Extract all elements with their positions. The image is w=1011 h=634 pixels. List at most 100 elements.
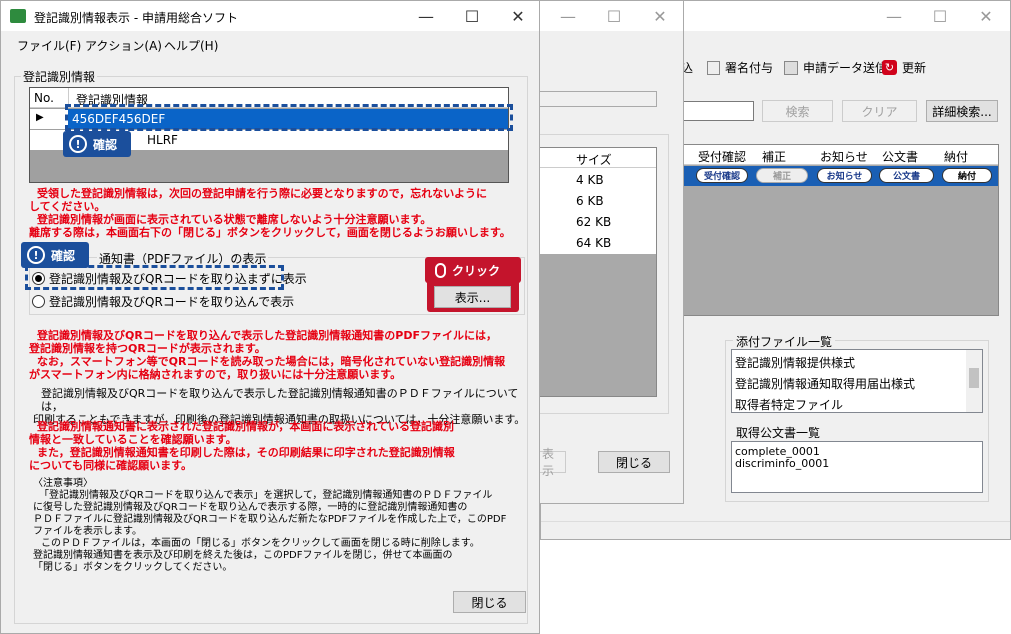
document-pill[interactable]: 公文書 bbox=[879, 168, 934, 183]
middle-path-field[interactable] bbox=[539, 91, 657, 107]
payment-pill[interactable]: 納付 bbox=[942, 168, 992, 183]
menu-file[interactable]: ファイル(F) bbox=[17, 37, 81, 54]
minimize-icon[interactable]: — bbox=[403, 1, 449, 31]
close-icon[interactable]: ✕ bbox=[637, 1, 683, 31]
scrollbar-thumb[interactable] bbox=[969, 368, 979, 388]
menu-help[interactable]: ヘルプ(H) bbox=[164, 37, 218, 54]
close-icon[interactable]: ✕ bbox=[963, 1, 1009, 31]
confirm-highlight-2 bbox=[25, 265, 284, 290]
attachment-item[interactable]: 登記識別情報提供様式 bbox=[735, 354, 855, 371]
maximize-icon[interactable]: ☐ bbox=[917, 1, 963, 31]
verify-line: 情報と一致していることを確認願います。 bbox=[29, 433, 237, 446]
qr-warning-line: がスマートフォン内に格納されますので，取り扱いには十分注意願います。 bbox=[29, 368, 402, 381]
notes-text: 〈注意事項〉 「登記識別情報及びQRコードを取り込んで表示」を選択して，登記識別… bbox=[33, 478, 533, 574]
attachment-item[interactable]: 取得者特定ファイル bbox=[735, 396, 843, 413]
confirm-callout-1: ! 確認 bbox=[63, 131, 131, 157]
file-size-list: サイズ 4 KB 6 KB 62 KB 64 KB bbox=[539, 147, 657, 397]
click-callout: クリック bbox=[425, 257, 521, 283]
window-title: 登記識別情報表示 - 申請用総合ソフト bbox=[34, 11, 238, 25]
correction-pill[interactable]: 補正 bbox=[756, 168, 808, 183]
confirm-callout-1-label: 確認 bbox=[93, 137, 118, 152]
size-cell: 64 KB bbox=[576, 236, 612, 250]
maximize-icon[interactable]: ☐ bbox=[449, 1, 495, 31]
back-statusbar bbox=[541, 521, 1010, 539]
warning-line: 離席する際は，本画面右下の「閉じる」ボタンをクリックして，画面を閉じるようお願い… bbox=[29, 226, 511, 239]
search-button[interactable]: 検索 bbox=[762, 100, 833, 122]
refresh-icon: ↻ bbox=[882, 60, 897, 75]
document-item[interactable]: discriminfo_0001 bbox=[735, 457, 829, 470]
close-icon[interactable]: ✕ bbox=[495, 1, 541, 31]
minimize-icon[interactable]: — bbox=[871, 1, 917, 31]
refresh-label: 更新 bbox=[902, 61, 927, 75]
front-window-titlebar: 登記識別情報表示 - 申請用総合ソフト — ☐ ✕ bbox=[1, 1, 539, 31]
documents-title: 取得公文書一覧 bbox=[733, 424, 824, 441]
search-input[interactable] bbox=[673, 101, 754, 121]
receipt-pill[interactable]: 受付確認 bbox=[696, 168, 748, 183]
confirm-highlight-1 bbox=[65, 104, 513, 131]
middle-close-button[interactable]: 閉じる bbox=[598, 451, 670, 473]
sign-label: 署名付与 bbox=[725, 61, 774, 75]
close-button[interactable]: 閉じる bbox=[453, 591, 526, 613]
notice-pill[interactable]: お知らせ bbox=[817, 168, 872, 183]
size-cell: 4 KB bbox=[576, 173, 604, 187]
header-receipt: 受付確認 bbox=[698, 150, 747, 164]
warning-line: 登記識別情報が画面に表示されている状態で離席しないよう十分注意願います。 bbox=[37, 213, 432, 226]
qr-warning-line: 登記識別情報及びQRコードを取り込んで表示した登記識別情報通知書のPDFファイル… bbox=[37, 329, 497, 342]
clear-button[interactable]: クリア bbox=[842, 100, 917, 122]
size-header: サイズ bbox=[540, 148, 656, 168]
send-icon bbox=[784, 60, 798, 75]
maximize-icon[interactable]: ☐ bbox=[591, 1, 637, 31]
verify-line: また，登記識別情報通知書を印刷した際は，その印刷結果に印字された登記識別情報 bbox=[37, 446, 455, 459]
header-correction: 補正 bbox=[762, 150, 787, 164]
size-cell: 62 KB bbox=[576, 215, 612, 229]
warning-line: してください。 bbox=[29, 200, 106, 213]
confirm-callout-2-label: 確認 bbox=[51, 248, 76, 263]
toolbar-refresh-button[interactable]: ↻ 更新 bbox=[882, 59, 926, 76]
row-indicator-icon: ▶ bbox=[36, 112, 44, 123]
exclamation-icon: ! bbox=[27, 246, 45, 264]
qr-warning-line: なお，スマートフォン等でQRコードを読み取った場合には，暗号化されていない登記識… bbox=[37, 355, 506, 368]
mouse-icon bbox=[435, 262, 446, 278]
table-row[interactable]: 受付確認 補正 お知らせ 公文書 納付 bbox=[682, 166, 998, 186]
qr-warning-line: 登記識別情報を持つQRコードが表示されます。 bbox=[29, 342, 266, 355]
warning-line: 受領した登記識別情報は，次回の登記申請を行う際に必要となりますので，忘れないよう… bbox=[37, 187, 488, 200]
notes-line: ＰＤＦファイルに登記識別情報及びQRコードを取り込んだ新たなPDFファイルを作成… bbox=[33, 514, 507, 525]
header-notice: お知らせ bbox=[820, 150, 868, 164]
display-button[interactable]: 表示... bbox=[434, 286, 511, 308]
radio-with-qr[interactable]: 登記識別情報及びQRコードを取り込んで表示 bbox=[32, 293, 294, 310]
minimize-icon[interactable]: — bbox=[545, 1, 591, 31]
grid-header-no: No. bbox=[34, 91, 54, 105]
header-payment: 納付 bbox=[944, 150, 969, 164]
attachments-scrollbar[interactable] bbox=[966, 350, 982, 412]
exclamation-icon: ! bbox=[69, 135, 87, 153]
verify-line: 登記識別情報通知書に表示された登記識別情報が，本画面に表示されている登記識別 bbox=[37, 420, 455, 433]
attachment-item[interactable]: 登記識別情報通知取得用届出様式 bbox=[735, 375, 915, 392]
notes-line: に復号した登記識別情報及びQRコードを取り込んで表示する際，一時的に登記識別情報… bbox=[33, 502, 468, 513]
menu-bar: ファイル(F) アクション(A) ヘルプ(H) bbox=[1, 31, 539, 55]
notes-line: 「登記識別情報及びQRコードを取り込んで表示」を選択して，登記識別情報通知書のＰ… bbox=[39, 490, 493, 501]
front-window: 登記識別情報表示 - 申請用総合ソフト — ☐ ✕ ファイル(F) アクション(… bbox=[0, 0, 540, 634]
warning-text: 受領した登記識別情報は，次回の登記申請を行う際に必要となりますので，忘れないよう… bbox=[29, 187, 529, 239]
radio2-label: 登記識別情報及びQRコードを取り込んで表示 bbox=[49, 295, 295, 309]
detail-search-button[interactable]: 詳細検索... bbox=[926, 100, 998, 122]
click-callout-label: クリック bbox=[452, 263, 501, 278]
size-column: サイズ 4 KB 6 KB 62 KB 64 KB bbox=[540, 148, 656, 254]
sign-icon bbox=[707, 60, 720, 75]
qr-warning-text: 登記識別情報及びQRコードを取り込んで表示した登記識別情報通知書のPDFファイル… bbox=[29, 329, 529, 381]
table-header: 受付確認 補正 お知らせ 公文書 納付 bbox=[682, 145, 998, 165]
menu-action[interactable]: アクション(A) bbox=[85, 37, 162, 54]
documents-list[interactable]: complete_0001 discriminfo_0001 bbox=[731, 441, 983, 493]
print-note-line: 登記識別情報及びQRコードを取り込んで表示した登記識別情報通知書のＰＤＦファイル… bbox=[41, 387, 519, 413]
app-icon bbox=[10, 9, 26, 23]
notes-line: 登記識別情報通知書を表示及び印刷を終えた後は，このPDFファイルを閉じ，併せて本… bbox=[33, 550, 453, 561]
grid-row2-value: HLRF bbox=[147, 133, 178, 147]
attachments-title: 添付ファイル一覧 bbox=[733, 333, 836, 350]
verify-line: についても同様に確認願います。 bbox=[29, 459, 193, 472]
attachments-list[interactable]: 登記識別情報提供様式 登記識別情報通知取得用届出様式 取得者特定ファイル bbox=[731, 349, 983, 413]
notes-line: 〈注意事項〉 bbox=[33, 478, 93, 489]
send-label: 申請データ送信 bbox=[803, 61, 888, 75]
middle-display-button[interactable]: 表示 bbox=[539, 447, 566, 478]
radio-unchecked-icon[interactable] bbox=[32, 295, 45, 308]
toolbar-send-button[interactable]: 申請データ送信 bbox=[784, 59, 887, 76]
toolbar-sign-button[interactable]: 署名付与 bbox=[707, 59, 773, 76]
